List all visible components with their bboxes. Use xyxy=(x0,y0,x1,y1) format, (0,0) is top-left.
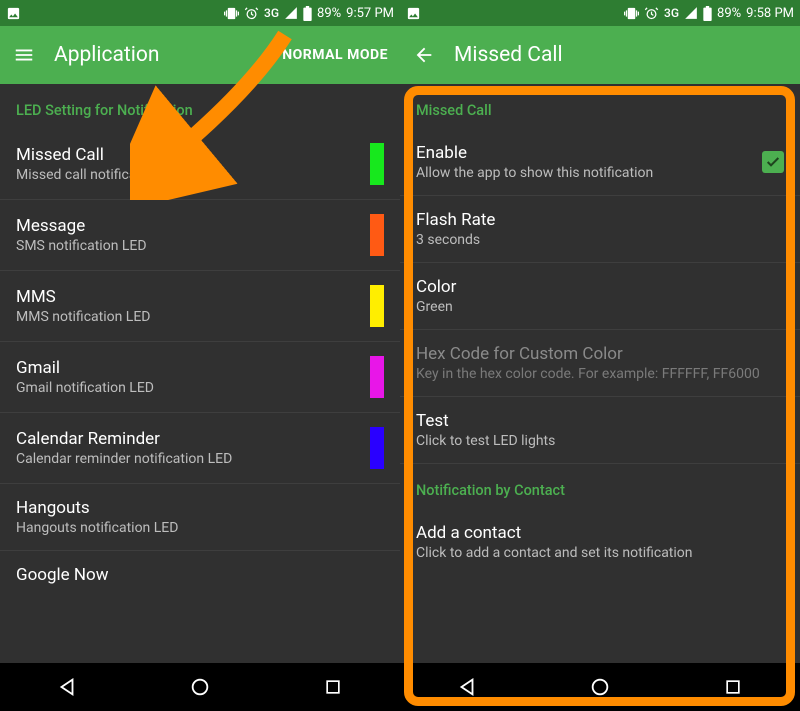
list-item-enable[interactable]: Enable Allow the app to show this notifi… xyxy=(400,129,800,196)
item-title: Hangouts xyxy=(16,498,384,518)
signal-icon xyxy=(684,6,698,20)
settings-list: Missed Call Enable Allow the app to show… xyxy=(400,84,800,663)
item-subtitle: Key in the hex color code. For example: … xyxy=(416,366,784,382)
list-item-color[interactable]: Color Green xyxy=(400,263,800,330)
section-header: Missed Call xyxy=(400,84,800,129)
list-item[interactable]: MMS MMS notification LED xyxy=(0,271,400,342)
list-item[interactable]: Google Now xyxy=(0,551,400,599)
list-item-flash-rate[interactable]: Flash Rate 3 seconds xyxy=(400,196,800,263)
item-title: Gmail xyxy=(16,358,358,378)
clock-text: 9:57 PM xyxy=(346,6,394,21)
color-swatch xyxy=(370,143,384,185)
list-item-add-contact[interactable]: Add a contact Click to add a contact and… xyxy=(400,509,800,575)
list-item[interactable]: Message SMS notification LED xyxy=(0,200,400,271)
page-title: Application xyxy=(54,43,264,67)
item-title: Flash Rate xyxy=(416,210,784,230)
signal-icon xyxy=(284,6,298,20)
battery-pct: 89% xyxy=(317,6,341,21)
item-subtitle: Hangouts notification LED xyxy=(16,520,384,536)
status-bar: 3G 89% 9:57 PM xyxy=(0,0,400,26)
item-subtitle: Click to add a contact and set its notif… xyxy=(416,545,784,561)
item-subtitle: 3 seconds xyxy=(416,232,784,248)
nav-bar xyxy=(400,663,800,711)
list-item-test[interactable]: Test Click to test LED lights xyxy=(400,397,800,464)
checkbox-checked-icon[interactable] xyxy=(762,151,784,173)
item-title: Enable xyxy=(416,143,750,163)
app-bar: Missed Call xyxy=(400,26,800,84)
item-subtitle: Click to test LED lights xyxy=(416,433,784,449)
section-header: LED Setting for Notification xyxy=(0,84,400,129)
item-title: Test xyxy=(416,411,784,431)
battery-icon xyxy=(303,6,312,21)
list-item[interactable]: Gmail Gmail notification LED xyxy=(0,342,400,413)
page-title: Missed Call xyxy=(454,43,788,67)
alarm-icon xyxy=(244,6,259,21)
item-title: Missed Call xyxy=(16,145,358,165)
item-title: Google Now xyxy=(16,565,384,585)
item-title: Calendar Reminder xyxy=(16,429,358,449)
nav-back-button[interactable] xyxy=(453,673,481,701)
battery-pct: 89% xyxy=(717,6,741,21)
item-subtitle: Calendar reminder notification LED xyxy=(16,451,358,467)
list-item[interactable]: Hangouts Hangouts notification LED xyxy=(0,484,400,551)
right-screen: 3G 89% 9:58 PM Missed Call Missed Call E… xyxy=(400,0,800,711)
nav-home-button[interactable] xyxy=(586,673,614,701)
nav-back-button[interactable] xyxy=(53,673,81,701)
back-icon[interactable] xyxy=(412,43,436,67)
item-subtitle: MMS notification LED xyxy=(16,309,358,325)
item-subtitle: Allow the app to show this notification xyxy=(416,165,750,181)
alarm-icon xyxy=(644,6,659,21)
item-title: Message xyxy=(16,216,358,236)
vibrate-icon xyxy=(624,6,639,21)
menu-icon[interactable] xyxy=(12,43,36,67)
color-swatch xyxy=(370,214,384,256)
vibrate-icon xyxy=(224,6,239,21)
item-subtitle: Missed call notification LED xyxy=(16,167,358,183)
network-label: 3G xyxy=(664,6,679,20)
nav-bar xyxy=(0,663,400,711)
mode-label[interactable]: NORMAL MODE xyxy=(282,47,388,63)
app-bar: Application NORMAL MODE xyxy=(0,26,400,84)
list-item[interactable]: Missed Call Missed call notification LED xyxy=(0,129,400,200)
section-header: Notification by Contact xyxy=(400,464,800,509)
nav-home-button[interactable] xyxy=(186,673,214,701)
network-label: 3G xyxy=(264,6,279,20)
image-icon xyxy=(6,6,21,21)
item-subtitle: Gmail notification LED xyxy=(16,380,358,396)
settings-list: LED Setting for Notification Missed Call… xyxy=(0,84,400,663)
nav-recent-button[interactable] xyxy=(319,673,347,701)
left-screen: 3G 89% 9:57 PM Application NORMAL MODE L… xyxy=(0,0,400,711)
list-item[interactable]: Calendar Reminder Calendar reminder noti… xyxy=(0,413,400,484)
nav-recent-button[interactable] xyxy=(719,673,747,701)
color-swatch xyxy=(370,285,384,327)
status-bar: 3G 89% 9:58 PM xyxy=(400,0,800,26)
item-subtitle: Green xyxy=(416,299,784,315)
item-subtitle: SMS notification LED xyxy=(16,238,358,254)
color-swatch xyxy=(370,356,384,398)
list-item-hex-code: Hex Code for Custom Color Key in the hex… xyxy=(400,330,800,397)
battery-icon xyxy=(703,6,712,21)
image-icon xyxy=(406,6,421,21)
item-title: MMS xyxy=(16,287,358,307)
item-title: Color xyxy=(416,277,784,297)
color-swatch xyxy=(370,427,384,469)
item-title: Add a contact xyxy=(416,523,784,543)
item-title: Hex Code for Custom Color xyxy=(416,344,784,364)
clock-text: 9:58 PM xyxy=(746,6,794,21)
